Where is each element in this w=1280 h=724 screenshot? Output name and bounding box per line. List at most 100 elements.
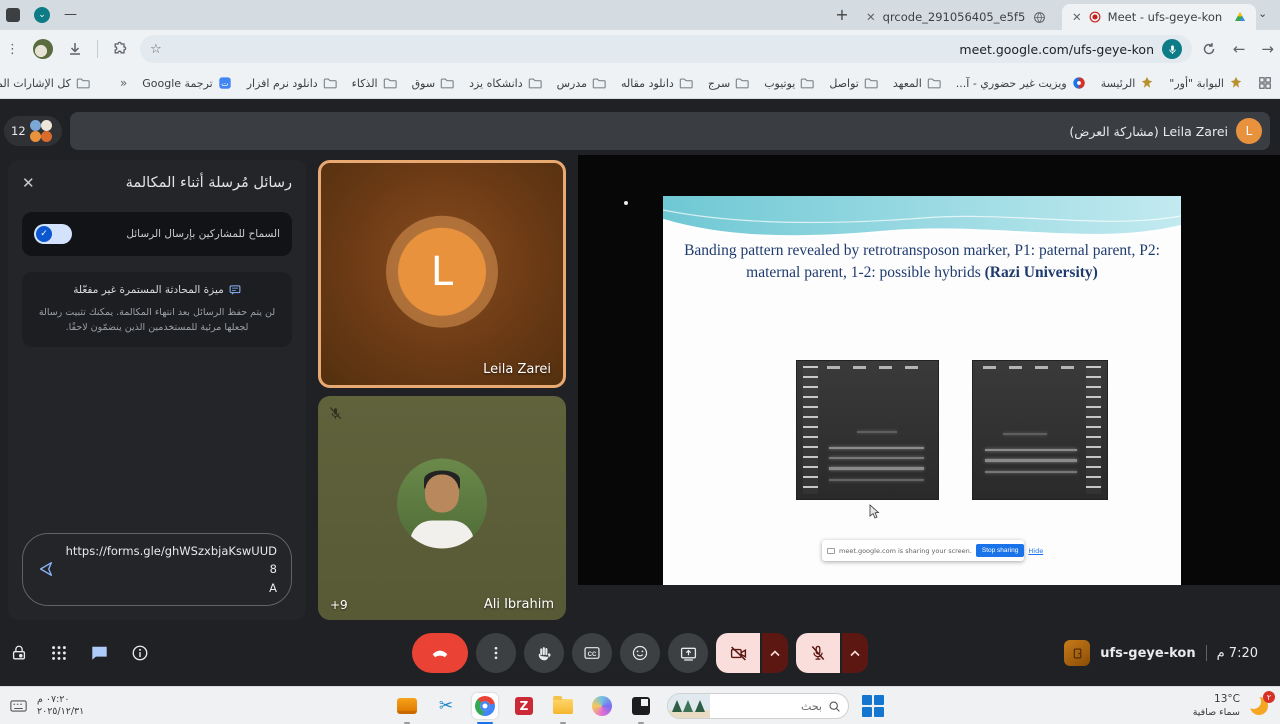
message-input[interactable]: https://forms.gle/ghWSzxbjaKswUUD8 A: [22, 533, 292, 606]
message-link-text[interactable]: https://forms.gle/ghWSzxbjaKswUUD8: [63, 542, 277, 579]
bookmarks-overflow-icon[interactable]: «: [120, 76, 127, 90]
panel-title: رسائل مُرسلة أثناء المكالمة: [126, 175, 292, 191]
allow-messages-toggle[interactable]: ✓: [34, 224, 72, 244]
folder-icon: [864, 76, 878, 90]
hide-link[interactable]: Hide: [1028, 547, 1043, 555]
taskbar-app-copilot[interactable]: [589, 693, 615, 719]
presenter-chip[interactable]: L Leila Zarei (مشاركة العرض): [1069, 118, 1262, 144]
bookmark-item[interactable]: المعهد: [893, 76, 941, 90]
camera-options-chevron-icon[interactable]: [762, 633, 788, 673]
folder-icon: [440, 76, 454, 90]
tab-meet[interactable]: ✕ Meet - ufs-geye-kon: [1062, 4, 1256, 30]
send-icon[interactable]: [37, 560, 55, 578]
start-button[interactable]: [862, 695, 884, 717]
taskbar-app-zotero[interactable]: Z: [511, 693, 537, 719]
taskbar-app-snipping[interactable]: ✂: [433, 693, 459, 719]
allow-messages-row: السماح للمشاركين بإرسال الرسائل ✓: [22, 212, 292, 256]
bookmark-item[interactable]: يوتيوب: [764, 76, 814, 90]
chat-icon[interactable]: [90, 644, 109, 662]
bookmark-item[interactable]: الذكاء: [352, 76, 397, 90]
bookmark-item[interactable]: ترجمة Google: [142, 76, 231, 90]
mic-options-chevron-icon[interactable]: [842, 633, 868, 673]
end-call-button[interactable]: [412, 633, 468, 673]
host-controls-icon[interactable]: [10, 644, 28, 662]
system-clock[interactable]: ٠٧:٢٠ م ٢٠٢٥/١٢/٣١: [37, 694, 84, 718]
participant-count-pill[interactable]: 12: [4, 116, 62, 146]
keyboard-icon[interactable]: [10, 699, 27, 713]
extensions-icon[interactable]: [112, 41, 128, 57]
participant-name: Ali Ibrahim: [484, 597, 554, 612]
download-icon[interactable]: [67, 41, 83, 57]
tab-close-icon[interactable]: ✕: [866, 10, 876, 24]
taskbar-app-dark[interactable]: [628, 693, 654, 719]
close-icon[interactable]: ✕: [22, 174, 35, 192]
all-bookmarks-button[interactable]: كل الإشارات المرجعية: [0, 76, 90, 90]
sharing-toast-text: meet.google.com is sharing your screen.: [839, 547, 972, 555]
screen-share-area: Banding pattern revealed by retrotranspo…: [578, 155, 1280, 585]
stop-sharing-button[interactable]: Stop sharing: [976, 544, 1025, 557]
forward-icon[interactable]: →: [1261, 40, 1274, 58]
presenter-avatar: L: [1236, 118, 1262, 144]
bookmark-item[interactable]: ويزيت غير حضوري - آ...: [956, 76, 1086, 90]
tab-search-icon[interactable]: ⌄: [34, 7, 50, 23]
more-options-button[interactable]: [476, 633, 516, 673]
taskbar-app-explorer[interactable]: [550, 693, 576, 719]
taskbar-search[interactable]: بحث: [667, 693, 849, 719]
tab-qrcode[interactable]: ✕ qrcode_291056405_e5f5a8bcb: [856, 4, 1056, 30]
new-tab-button[interactable]: +: [830, 3, 854, 27]
activities-icon[interactable]: [50, 644, 68, 662]
more-participants-badge[interactable]: +9: [330, 598, 348, 612]
browser-menu-icon[interactable]: ⋮: [6, 42, 19, 57]
windows-taskbar: ٠٧:٢٠ م ٢٠٢٥/١٢/٣١ ✂ Z بحث ٢: [0, 686, 1280, 724]
avatar: [397, 459, 487, 549]
bookmark-item[interactable]: دانشكاه يزد: [469, 76, 542, 90]
bookmark-item[interactable]: تواصل: [829, 76, 877, 90]
taskbar-app-orange[interactable]: [394, 693, 420, 719]
slide-title: Banding pattern revealed by retrotranspo…: [677, 240, 1167, 284]
tab-close-icon[interactable]: ✕: [1072, 10, 1082, 24]
tab-title: Meet - ufs-geye-kon: [1108, 10, 1227, 24]
present-button[interactable]: [668, 633, 708, 673]
shared-slide: Banding pattern revealed by retrotranspo…: [663, 196, 1181, 585]
captions-button[interactable]: CC: [572, 633, 612, 673]
weather-desc: سماء صافية: [1193, 707, 1240, 719]
bookmark-label: المعهد: [893, 77, 922, 90]
back-icon[interactable]: ←: [1233, 40, 1246, 58]
bookmark-item[interactable]: سرج: [708, 76, 749, 90]
address-bar[interactable]: ☆ meet.google.com/ufs-geye-kon: [140, 35, 1192, 63]
call-end-icon: [429, 642, 451, 664]
voice-search-icon[interactable]: [1162, 39, 1182, 59]
bookmark-item[interactable]: مدرس: [557, 76, 606, 90]
weather-temp: 13°C: [1214, 693, 1240, 707]
raise-hand-button[interactable]: [524, 633, 564, 673]
bookmark-label: ترجمة Google: [142, 77, 212, 90]
search-scene-image: [668, 693, 710, 719]
bookmark-item[interactable]: دانلود مقاله: [621, 76, 693, 90]
video-tile-ali[interactable]: +9 Ali Ibrahim: [318, 396, 566, 620]
apps-grid-icon[interactable]: [1258, 76, 1272, 90]
recording-indicator-icon: [1089, 11, 1101, 23]
bookmark-item[interactable]: البوابة "أور": [1169, 76, 1243, 90]
bookmark-label: ويزيت غير حضوري - آ...: [956, 77, 1067, 90]
weather-widget[interactable]: ٢ 13°C سماء صافية: [1193, 687, 1272, 724]
mic-off-button[interactable]: [796, 633, 840, 673]
bookmark-item[interactable]: سوق: [412, 76, 454, 90]
reload-icon[interactable]: [1201, 41, 1217, 57]
folder-icon: [383, 76, 397, 90]
gel-image-right: [973, 361, 1107, 499]
reactions-button[interactable]: [620, 633, 660, 673]
info-icon[interactable]: [131, 644, 149, 662]
profile-avatar[interactable]: [33, 39, 53, 59]
bookmark-label: دانشكاه يزد: [469, 77, 523, 90]
tab-list-chevron-icon[interactable]: ⌄: [1258, 7, 1267, 20]
taskbar-app-chrome[interactable]: [472, 693, 498, 719]
camera-off-button[interactable]: [716, 633, 760, 673]
bookmark-item[interactable]: دانلود نرم افزار: [247, 76, 337, 90]
url-text[interactable]: meet.google.com/ufs-geye-kon: [162, 42, 1162, 57]
bookmark-star-icon[interactable]: ☆: [150, 42, 162, 57]
video-tile-leila[interactable]: L Leila Zarei: [318, 160, 566, 388]
screen: ⌄ — + ✕ qrcode_291056405_e5f5a8bcb ✕ Mee…: [0, 0, 1280, 724]
chat-history-icon: [229, 284, 241, 296]
bookmark-item[interactable]: الرئيسة: [1101, 76, 1155, 90]
minimize-button[interactable]: —: [64, 4, 77, 26]
